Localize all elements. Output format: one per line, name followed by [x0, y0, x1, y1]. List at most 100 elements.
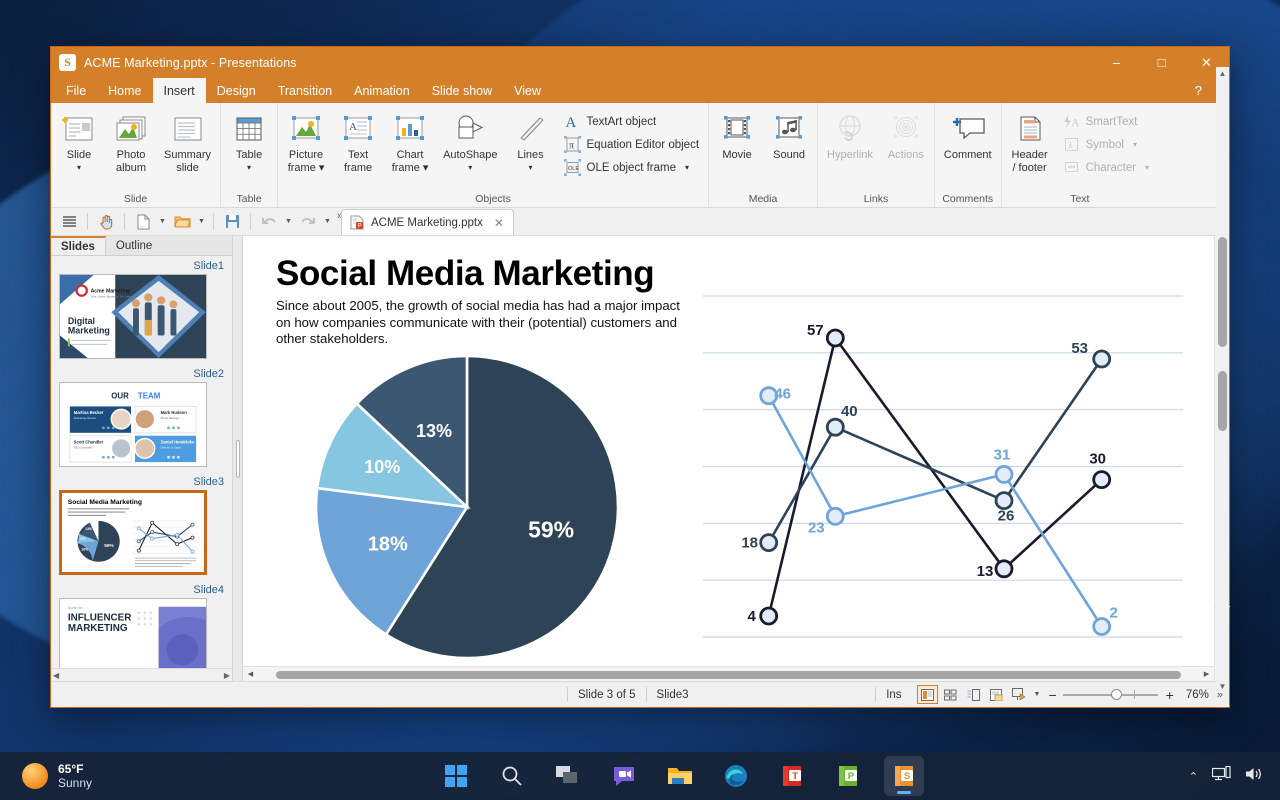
data-point-s2-x5[interactable]	[1092, 349, 1112, 369]
chevron-down-icon[interactable]: ▾	[247, 163, 251, 172]
file-explorer-icon[interactable]	[660, 756, 700, 796]
help-button[interactable]: ?	[1195, 83, 1202, 98]
scroll-up-icon[interactable]: ▲	[1216, 67, 1229, 80]
zoom-slider-knob[interactable]	[1110, 688, 1122, 700]
maximize-button[interactable]: □	[1139, 47, 1184, 78]
menu-item-animation[interactable]: Animation	[343, 78, 421, 103]
menu-item-home[interactable]: Home	[97, 78, 152, 103]
data-point-s2-x1[interactable]	[759, 533, 779, 553]
open-folder-icon[interactable]	[170, 211, 194, 233]
volume-icon[interactable]	[1245, 766, 1264, 787]
ribbon-button-picture-frame[interactable]: Picture frame ▾	[280, 108, 332, 176]
menu-item-view[interactable]: View	[503, 78, 552, 103]
hscroll-left-icon[interactable]: ◀	[243, 667, 258, 682]
chevron-down-icon[interactable]: ▾	[1133, 140, 1137, 149]
data-point-s3-x4[interactable]	[994, 464, 1014, 484]
insert-mode-label[interactable]: Ins	[886, 689, 901, 701]
presentation-green-icon[interactable]: P	[828, 756, 868, 796]
weather-widget[interactable]: 65°F Sunny	[0, 762, 300, 790]
redo-dropdown-icon[interactable]: ▼	[322, 218, 333, 225]
ribbon-button-textart-object[interactable]: A TextArt object	[561, 111, 703, 132]
ribbon-button-chart-frame[interactable]: Chart frame ▾	[384, 108, 436, 176]
slide-canvas[interactable]: Social Media Marketing Since about 2005,…	[243, 236, 1214, 666]
scroll-right-icon[interactable]: ▶	[224, 671, 230, 680]
splitter-grip[interactable]	[235, 439, 240, 478]
canvas-hscrollbar[interactable]: ◀ ▶	[243, 666, 1214, 681]
menu-item-design[interactable]: Design	[206, 78, 267, 103]
slide-title[interactable]: Social Media Marketing	[276, 254, 655, 294]
zoom-slider-track[interactable]	[1062, 688, 1158, 700]
menu-icon[interactable]	[57, 211, 81, 233]
data-point-s1-x1[interactable]	[759, 606, 779, 626]
slide-panel-tab-slides[interactable]: Slides	[51, 236, 106, 255]
chevron-down-icon[interactable]: ▾	[77, 163, 81, 172]
slideshow-button[interactable]	[1009, 685, 1030, 704]
ribbon-button-equation-editor-object[interactable]: π Equation Editor object	[561, 134, 703, 155]
vscroll-thumb[interactable]	[1217, 371, 1227, 431]
data-point-s2-x4[interactable]	[994, 491, 1014, 511]
slide-thumbnail-list[interactable]: Slide1 Acme Marketing Your Online Busine…	[51, 256, 232, 668]
open-dropdown-icon[interactable]: ▼	[196, 218, 207, 225]
hscroll-track[interactable]	[258, 667, 1199, 682]
vscroll-track[interactable]	[1215, 251, 1230, 591]
ribbon-button-slide[interactable]: Slide ▾	[53, 108, 105, 174]
minimize-button[interactable]: –	[1094, 47, 1139, 78]
chevron-down-icon[interactable]: ▾	[468, 163, 472, 172]
slide-panel-hscrollbar[interactable]: ◀ ▶	[51, 668, 232, 681]
notes-view-button[interactable]	[986, 685, 1007, 704]
menu-item-transition[interactable]: Transition	[267, 78, 343, 103]
zoom-in-button[interactable]: +	[1166, 687, 1174, 703]
document-tab-close-icon[interactable]: ✕	[494, 216, 504, 230]
data-point-s1-x5[interactable]	[1092, 470, 1112, 490]
show-hidden-icons-icon[interactable]: ⌃	[1189, 770, 1198, 783]
data-point-s1-x2[interactable]	[825, 328, 845, 348]
ribbon-button-photo-album[interactable]: Photo album	[105, 108, 157, 176]
menu-item-insert[interactable]: Insert	[152, 78, 206, 103]
outline-view-button[interactable]	[963, 685, 984, 704]
slide-sorter-button[interactable]	[940, 685, 961, 704]
slide-thumbnail-2[interactable]: OUR TEAM Martina Becker Marketing Directo…	[59, 382, 207, 467]
zoom-slider[interactable]	[1062, 688, 1158, 700]
start-button[interactable]	[436, 756, 476, 796]
slide-thumbnail-3[interactable]: Social Media Marketing 59% 13% 10% 18%	[59, 490, 207, 575]
ribbon-button-header-footer[interactable]: Header / footer	[1004, 108, 1056, 176]
slide-thumbnail-item[interactable]: Slide1 Acme Marketing Your Online Busine…	[59, 260, 224, 359]
scroll-down-icon[interactable]: ▼	[1216, 680, 1229, 693]
ribbon-button-ole-object-frame[interactable]: OLE OLE object frame ▾	[561, 157, 703, 178]
slide-thumbnail-item[interactable]: Slide3 Social Media Marketing 59% 13% 10…	[59, 476, 224, 575]
data-point-s2-x2[interactable]	[825, 417, 845, 437]
undo-dropdown-icon[interactable]: ▼	[283, 218, 294, 225]
slide-panel-tab-outline[interactable]: Outline	[106, 236, 162, 255]
ribbon-button-autoshape[interactable]: AutoShape ▾	[436, 108, 504, 174]
hand-tool-icon[interactable]	[94, 211, 118, 233]
data-point-s3-x2[interactable]	[825, 506, 845, 526]
ribbon-button-lines[interactable]: Lines ▾	[505, 108, 557, 174]
chevron-down-icon[interactable]: ▾	[1145, 163, 1149, 172]
slide-thumbnail-1[interactable]: Acme Marketing Your Online Business Spec…	[59, 274, 207, 359]
undo-icon[interactable]	[257, 211, 281, 233]
save-icon[interactable]	[220, 211, 244, 233]
task-view-icon[interactable]	[548, 756, 588, 796]
new-document-icon[interactable]: ...	[131, 211, 155, 233]
slide-thumbnail-item[interactable]: Slide2 OUR TEAM Martina Becker Marketing …	[59, 368, 224, 467]
zoom-out-button[interactable]: −	[1048, 687, 1056, 703]
data-point-s1-x4[interactable]	[994, 559, 1014, 579]
chat-icon[interactable]	[604, 756, 644, 796]
pie-chart[interactable]: 59% 18% 10% 13%	[311, 351, 623, 663]
chevron-down-icon[interactable]: ▾	[685, 163, 689, 172]
line-series-2[interactable]	[767, 358, 1103, 544]
menu-item-file[interactable]: File	[55, 78, 97, 103]
line-series-1[interactable]	[767, 336, 1103, 617]
data-point-s3-x5[interactable]	[1092, 617, 1112, 636]
hscroll-thumb[interactable]	[276, 670, 1181, 679]
ribbon-button-table[interactable]: Table ▾	[223, 108, 275, 174]
ribbon-button-text-frame[interactable]: A Text frame	[332, 108, 384, 176]
slide-body-text[interactable]: Since about 2005, the growth of social m…	[276, 298, 684, 348]
hscroll-right-icon[interactable]: ▶	[1199, 667, 1214, 682]
edge-browser-icon[interactable]	[716, 756, 756, 796]
ribbon-button-summary-slide[interactable]: Summary slide	[157, 108, 218, 176]
slide-thumbnail-4[interactable]: Acme Inc. INFLUENCER MARKETING	[59, 598, 207, 668]
ribbon-button-comment[interactable]: Comment	[937, 108, 999, 164]
search-icon[interactable]	[492, 756, 532, 796]
new-document-dropdown-icon[interactable]: ▼	[157, 218, 168, 225]
